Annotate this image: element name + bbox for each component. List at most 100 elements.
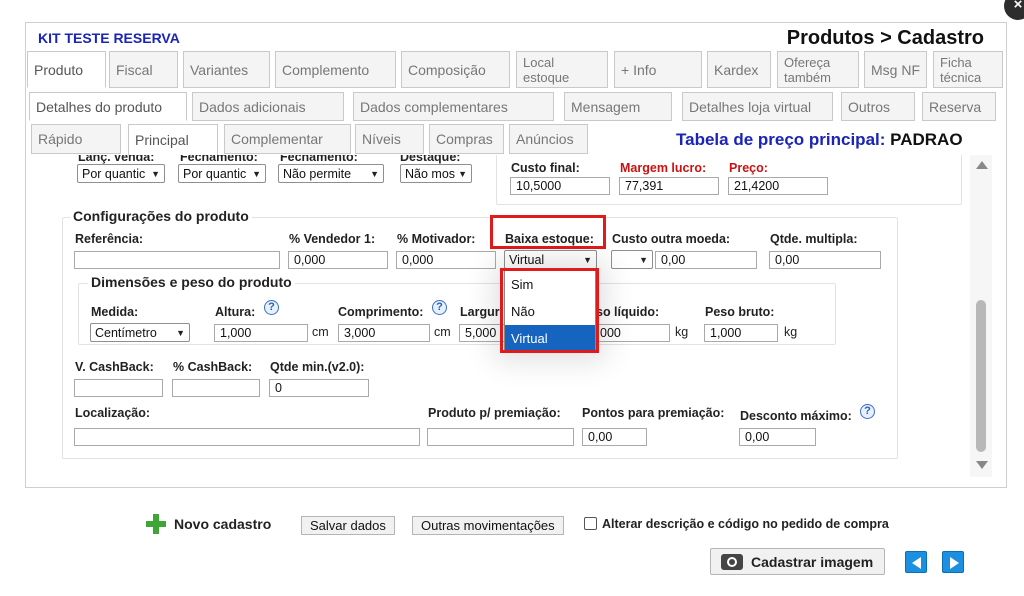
margem-lucro-field[interactable]: 77,391: [619, 177, 719, 195]
close-icon[interactable]: ×: [1004, 0, 1024, 20]
largura-field[interactable]: 5,000: [459, 324, 505, 342]
vendedor-field[interactable]: 0,000: [288, 251, 388, 269]
tab-ficha-tecnica[interactable]: Ficha técnica: [933, 51, 1003, 88]
tab-rapido[interactable]: Rápido: [31, 124, 121, 154]
fechamento-select-1[interactable]: Por quantic ▼: [178, 164, 266, 183]
fechamento-label-2: Fechamento:: [280, 155, 358, 164]
vendedor-label: % Vendedor 1:: [289, 232, 376, 246]
preco-label: Preço:: [729, 161, 768, 175]
lanc-venda-label: Lanç. venda:: [78, 155, 155, 164]
tab-produto[interactable]: Produto: [27, 51, 106, 88]
tab-reserva[interactable]: Reserva: [922, 92, 996, 121]
help-circle-icon[interactable]: ?: [264, 300, 279, 315]
pontos-field[interactable]: 0,00: [582, 428, 647, 446]
tab-complemento[interactable]: Complemento: [275, 51, 396, 88]
v-cashback-field[interactable]: [74, 379, 163, 397]
v-cashback-label: V. CashBack:: [75, 360, 154, 374]
tab-msg-nf[interactable]: Msg NF: [864, 51, 927, 88]
baixa-estoque-value: Virtual: [509, 252, 545, 267]
custo-moeda-field[interactable]: 0,00: [655, 251, 757, 269]
localizacao-field[interactable]: [74, 428, 420, 446]
prev-button[interactable]: [905, 551, 927, 573]
tab-mais-info[interactable]: + Info: [614, 51, 702, 88]
camera-icon: [721, 553, 743, 570]
tab-dados-adicionais[interactable]: Dados adicionais: [192, 92, 344, 121]
tab-variantes[interactable]: Variantes: [183, 51, 270, 88]
qtde-min-field[interactable]: 0: [269, 379, 369, 397]
fechamento-value-1: Por quantic: [183, 166, 247, 181]
arrow-left-icon: [912, 557, 921, 569]
cadastrar-imagem-button[interactable]: Cadastrar imagem: [710, 548, 885, 575]
chevron-down-icon: ▼: [151, 168, 160, 179]
chevron-down-icon: ▼: [252, 168, 261, 179]
premiacao-label: Produto p/ premiação:: [428, 406, 561, 420]
tab-composicao[interactable]: Composição: [401, 51, 510, 88]
tab-principal[interactable]: Principal: [128, 124, 218, 156]
novo-cadastro-label: Novo cadastro: [174, 516, 272, 532]
highlight-dropdown: [500, 268, 599, 353]
chevron-down-icon: ▼: [370, 168, 379, 179]
help-circle-icon[interactable]: ?: [860, 404, 875, 419]
novo-cadastro-button[interactable]: Novo cadastro: [146, 514, 271, 534]
tab-compras[interactable]: Compras: [429, 124, 504, 154]
fechamento-select-2[interactable]: Não permite ▼: [278, 164, 384, 183]
tab-local-estoque[interactable]: Local estoque: [516, 51, 608, 88]
config-section-title: Configurações do produto: [70, 208, 252, 224]
comprimento-unit: cm: [434, 325, 451, 339]
tab-detalhes-loja-virtual[interactable]: Detalhes loja virtual: [682, 92, 833, 121]
help-circle-icon[interactable]: ?: [432, 300, 447, 315]
peso-liquido-unit: kg: [675, 325, 689, 339]
referencia-field[interactable]: [74, 251, 280, 269]
moeda-select[interactable]: ▼: [611, 250, 653, 269]
pct-cashback-field[interactable]: [172, 379, 260, 397]
highlight-baixa-estoque: [490, 215, 606, 249]
medida-select[interactable]: Centímetro ▼: [90, 323, 190, 342]
peso-liquido-field[interactable]: 000: [594, 324, 670, 342]
motivador-field[interactable]: 0,000: [396, 251, 496, 269]
multipla-label: Qtde. multipla:: [770, 232, 858, 246]
comprimento-label: Comprimento:: [338, 305, 424, 319]
tab-outros[interactable]: Outros: [841, 92, 915, 121]
tab-complementar[interactable]: Complementar: [224, 124, 351, 154]
custo-final-field[interactable]: 10,5000: [510, 177, 610, 195]
destaque-value: Não mos: [405, 166, 456, 181]
tab-kardex[interactable]: Kardex: [707, 51, 771, 88]
peso-bruto-unit: kg: [784, 325, 798, 339]
chevron-down-icon: ▼: [639, 254, 648, 265]
medida-label: Medida:: [91, 305, 139, 319]
lanc-venda-select[interactable]: Por quantic ▼: [77, 164, 165, 183]
destaque-select[interactable]: Não mos ▼: [400, 164, 472, 183]
referencia-label: Referência:: [75, 232, 144, 246]
baixa-estoque-select[interactable]: Virtual ▼: [504, 250, 597, 269]
multipla-field[interactable]: 0,00: [769, 251, 881, 269]
premiacao-field[interactable]: [427, 428, 574, 446]
tab-niveis[interactable]: Níveis: [355, 124, 424, 154]
form-content: Lanç. venda: Fechamento: Fechamento: Des…: [30, 155, 968, 477]
outras-movimentacoes-button[interactable]: Outras movimentações: [412, 516, 564, 535]
vertical-scrollbar[interactable]: [970, 155, 992, 477]
arrow-right-icon: [950, 557, 959, 569]
largura-label: Largur: [460, 305, 500, 319]
altura-label: Altura:: [215, 305, 256, 319]
motivador-label: % Motivador:: [397, 232, 476, 246]
tab-dados-complementares[interactable]: Dados complementares: [353, 92, 554, 121]
scroll-thumb[interactable]: [976, 300, 986, 452]
desconto-field[interactable]: 0,00: [739, 428, 816, 446]
chevron-down-icon: ▼: [176, 327, 185, 338]
scroll-up-icon[interactable]: [976, 161, 988, 169]
salvar-dados-button[interactable]: Salvar dados: [301, 516, 395, 535]
peso-bruto-field[interactable]: 1,000: [704, 324, 778, 342]
custo-final-label: Custo final:: [511, 161, 580, 175]
next-button[interactable]: [942, 551, 964, 573]
tab-fiscal[interactable]: Fiscal: [109, 51, 178, 88]
altura-field[interactable]: 1,000: [214, 324, 308, 342]
alterar-descricao-checkbox[interactable]: [584, 517, 597, 530]
tab-detalhes-produto[interactable]: Detalhes do produto: [29, 92, 187, 121]
preco-field[interactable]: 21,4200: [728, 177, 828, 195]
pct-cashback-label: % CashBack:: [173, 360, 253, 374]
comprimento-field[interactable]: 3,000: [338, 324, 430, 342]
scroll-down-icon[interactable]: [976, 461, 988, 469]
tab-ofereca-tambem[interactable]: Ofereça também: [777, 51, 859, 88]
tab-anuncios[interactable]: Anúncios: [509, 124, 588, 154]
tab-mensagem[interactable]: Mensagem: [564, 92, 672, 121]
